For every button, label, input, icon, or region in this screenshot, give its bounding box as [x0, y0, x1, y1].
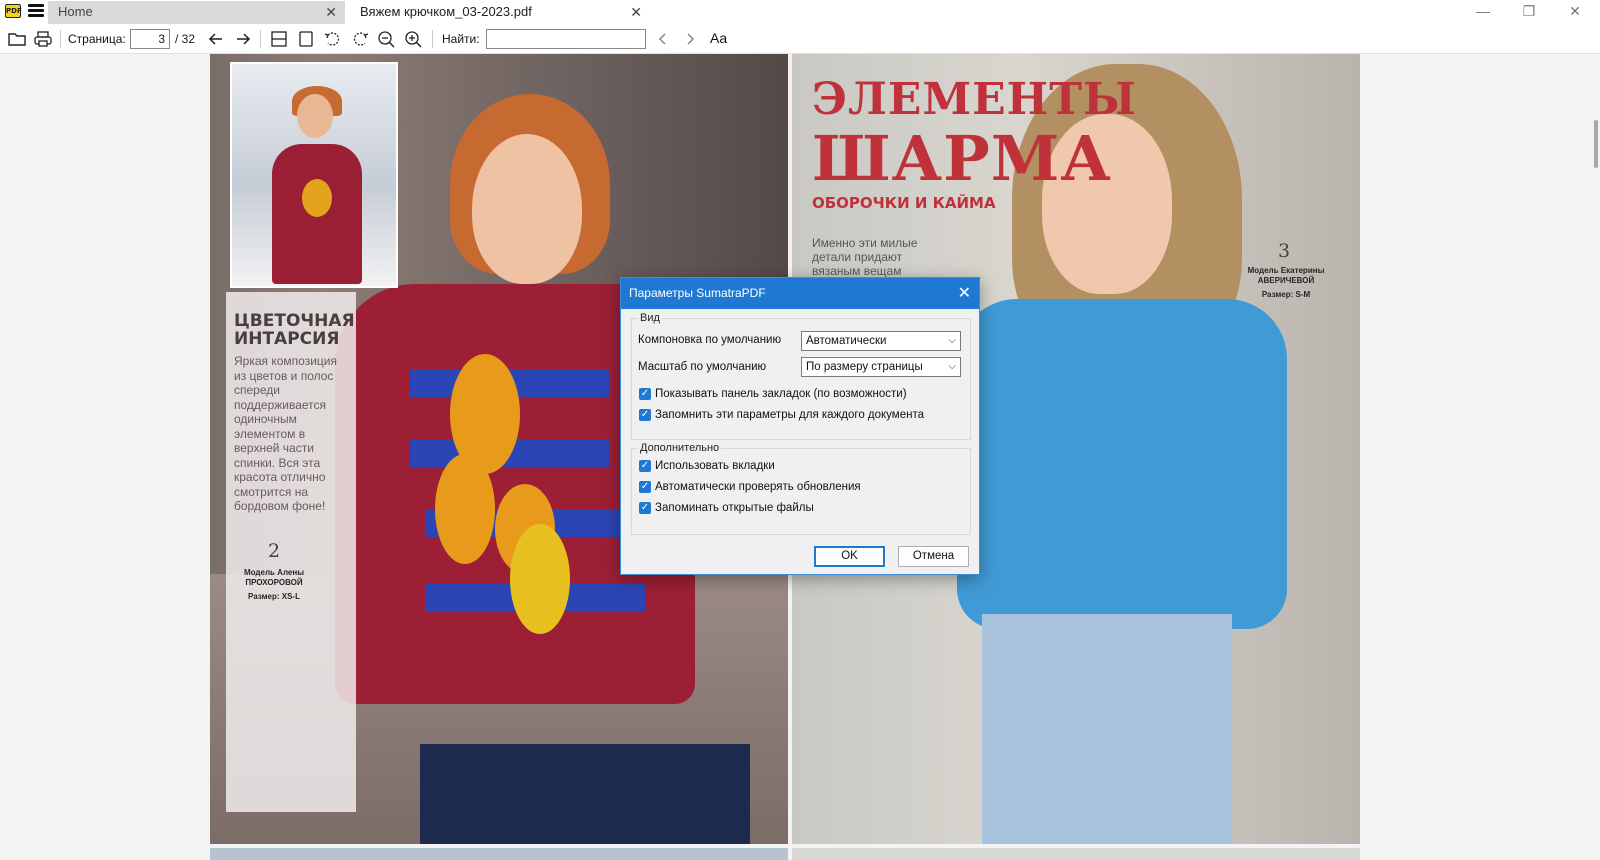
sweater-flower — [510, 524, 570, 634]
hamburger-menu-icon[interactable] — [28, 4, 44, 20]
chevron-down-icon: ⌵ — [948, 361, 956, 372]
inset-head — [297, 94, 333, 138]
print-icon[interactable] — [32, 29, 54, 49]
layout-select[interactable]: Автоматически ⌵ — [801, 331, 961, 351]
zoom-label: Масштаб по умолчанию — [638, 361, 767, 373]
left-page-body: Яркая композиция из цветов и полос спере… — [234, 354, 337, 513]
zoom-out-icon[interactable] — [376, 29, 398, 49]
photo-jeans — [420, 744, 750, 844]
back-arrow-icon[interactable] — [205, 29, 227, 49]
next-page-left-edge — [210, 848, 788, 860]
photo-blue-top — [957, 299, 1287, 629]
right-page-heading-line2: ШАРМА — [812, 122, 1112, 195]
checkbox-checked-icon[interactable]: ✓ — [639, 460, 651, 472]
two-page-layout-icon[interactable] — [268, 29, 290, 49]
right-model-number: 3 — [1278, 240, 1291, 262]
page-total: / 32 — [175, 32, 196, 46]
left-model-caption: Модель Алены ПРОХОРОВОЙ — [243, 568, 305, 587]
checkbox-label: Показывать панель закладок (по возможнос… — [655, 388, 907, 400]
open-folder-icon[interactable] — [6, 29, 28, 49]
toolbar-separator — [432, 30, 433, 48]
checkbox-label: Использовать вкладки — [655, 460, 775, 472]
find-input[interactable] — [486, 29, 646, 49]
inset-flower — [302, 179, 332, 217]
tab-home[interactable]: Home ✕ — [48, 1, 345, 24]
right-model-caption: Модель Екатерины АВЕРИЧЕВОЙ — [1247, 266, 1325, 285]
checkbox-checked-icon[interactable]: ✓ — [639, 388, 651, 400]
dialog-title: Параметры SumatraPDF — [629, 286, 766, 300]
checkbox-label: Запомнить эти параметры для каждого доку… — [655, 409, 924, 421]
checkbox-label: Автоматически проверять обновления — [655, 481, 861, 493]
left-page-heading: ЦВЕТОЧНАЯ ИНТАРСИЯ — [234, 311, 355, 349]
settings-dialog: Параметры SumatraPDF ✕ Вид Компоновка по… — [620, 277, 980, 575]
zoom-in-icon[interactable] — [403, 29, 425, 49]
match-case-icon[interactable]: Aa — [710, 30, 727, 46]
toolbar: Страница: 3 / 32 Найти: Aa — [0, 24, 1600, 54]
right-page-subheading: ОБОРОЧКИ И КАЙМА — [812, 194, 996, 212]
find-label: Найти: — [442, 32, 480, 46]
tab-bar: PDF Home ✕ Вяжем крючком_03-2023.pdf ✕ —… — [0, 0, 1600, 24]
left-size-caption: Размер: XS-L — [248, 592, 300, 601]
advanced-group-label: Дополнительно — [638, 442, 722, 454]
tab-home-close-icon[interactable]: ✕ — [325, 1, 337, 23]
zoom-select[interactable]: По размеру страницы ⌵ — [801, 357, 961, 377]
rotate-left-icon[interactable] — [322, 29, 344, 49]
zoom-select-value: По размеру страницы — [806, 361, 923, 373]
dialog-title-bar[interactable]: Параметры SumatraPDF ✕ — [621, 278, 979, 309]
checkbox-checked-icon[interactable]: ✓ — [639, 481, 651, 493]
checkbox-check-updates[interactable]: ✓ Автоматически проверять обновления — [639, 481, 861, 495]
toolbar-separator — [260, 30, 261, 48]
toolbar-separator — [60, 30, 61, 48]
checkbox-checked-icon[interactable]: ✓ — [639, 409, 651, 421]
left-model-number: 2 — [268, 540, 281, 562]
layout-label: Компоновка по умолчанию — [638, 334, 782, 346]
checkbox-use-tabs[interactable]: ✓ Использовать вкладки — [639, 460, 775, 474]
maximize-icon[interactable]: ❐ — [1506, 0, 1552, 24]
tab-home-label: Home — [58, 4, 93, 19]
layout-select-value: Автоматически — [806, 335, 887, 347]
page-number-input[interactable]: 3 — [130, 29, 170, 49]
single-page-icon[interactable] — [295, 29, 317, 49]
sweater-flower — [435, 454, 495, 564]
minimize-icon[interactable]: — — [1460, 0, 1506, 24]
page-label: Страница: — [68, 32, 126, 46]
window-close-icon[interactable]: ✕ — [1552, 0, 1598, 24]
tab-document-close-icon[interactable]: ✕ — [630, 1, 642, 23]
ok-button[interactable]: OK — [814, 546, 885, 567]
checkbox-label: Запоминать открытые файлы — [655, 502, 814, 514]
cancel-button[interactable]: Отмена — [898, 546, 969, 567]
view-group-label: Вид — [638, 312, 662, 324]
right-size-caption: Размер: S-M — [1261, 290, 1311, 299]
find-next-icon[interactable] — [679, 29, 701, 49]
chevron-down-icon: ⌵ — [948, 335, 956, 346]
checkbox-remember-files[interactable]: ✓ Запоминать открытые файлы — [639, 502, 814, 516]
next-page-right-edge — [792, 848, 1360, 860]
right-page-body: Именно эти милые детали придают вязаным … — [812, 236, 918, 278]
vertical-scrollbar-thumb[interactable] — [1594, 120, 1598, 168]
tab-document[interactable]: Вяжем крючком_03-2023.pdf ✕ — [350, 1, 650, 24]
forward-arrow-icon[interactable] — [232, 29, 254, 49]
photo-jeans — [982, 614, 1232, 844]
inset-photo — [230, 62, 398, 288]
tab-document-label: Вяжем крючком_03-2023.pdf — [360, 4, 532, 19]
right-page-heading-line1: ЭЛЕМЕНТЫ — [812, 74, 1137, 125]
checkbox-show-bookmarks[interactable]: ✓ Показывать панель закладок (по возможно… — [639, 388, 907, 402]
photo-face — [472, 134, 582, 284]
checkbox-checked-icon[interactable]: ✓ — [639, 502, 651, 514]
find-prev-icon[interactable] — [652, 29, 674, 49]
checkbox-remember-per-document[interactable]: ✓ Запомнить эти параметры для каждого док… — [639, 409, 924, 423]
dialog-close-icon[interactable]: ✕ — [958, 278, 971, 309]
rotate-right-icon[interactable] — [349, 29, 371, 49]
sumatra-logo-icon[interactable]: PDF — [5, 4, 22, 18]
